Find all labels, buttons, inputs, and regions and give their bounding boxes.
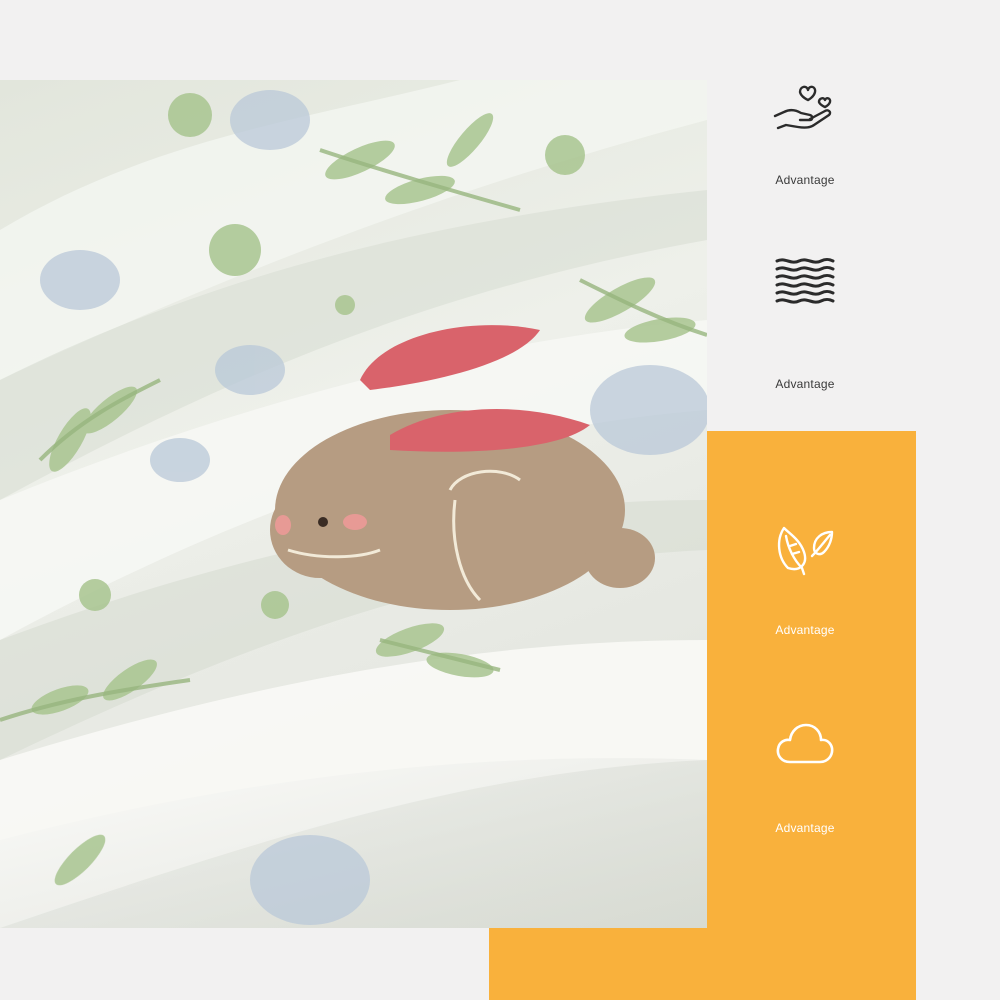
feature-item-1: Advantage [735,78,875,187]
feature-label: Advantage [775,377,835,391]
waves-icon [735,256,875,313]
cloud-icon [735,720,875,771]
feature-item-3: Advantage [735,522,875,637]
feature-label: Advantage [775,623,835,637]
feature-item-2: Advantage [735,256,875,391]
leaves-icon [735,522,875,583]
feature-label: Advantage [775,821,835,835]
hand-heart-icon [735,78,875,139]
fabric-pattern-illustration [0,80,707,928]
feature-item-4: Advantage [735,720,875,835]
feature-label: Advantage [775,173,835,187]
fabric-product-photo [0,80,707,928]
